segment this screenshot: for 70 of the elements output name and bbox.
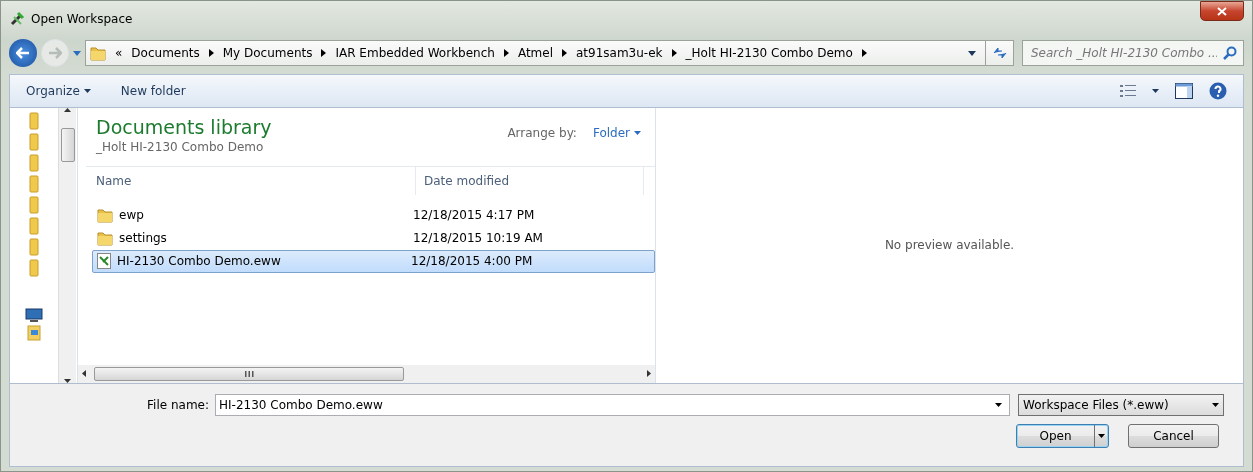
breadcrumb-item[interactable]: Atmel xyxy=(517,44,553,63)
arrange-dropdown[interactable]: Folder xyxy=(592,123,641,142)
dropdown-icon xyxy=(1212,402,1219,407)
file-row[interactable]: settings 12/18/2015 10:19 AM xyxy=(92,226,655,250)
folder-icon xyxy=(97,207,113,224)
new-folder-button[interactable]: New folder xyxy=(120,81,186,100)
preview-message: No preview available. xyxy=(884,237,1015,255)
chevron-icon[interactable] xyxy=(208,49,214,58)
file-row[interactable]: HI-2130 Combo Demo.eww 12/18/2015 4:00 PM xyxy=(92,249,655,273)
chevron-icon[interactable] xyxy=(671,49,677,58)
tools-icon xyxy=(9,9,27,28)
file-name-field[interactable]: HI-2130 Combo Demo.eww xyxy=(215,393,1010,416)
chevron-icon[interactable] xyxy=(503,49,509,58)
overflow-chevron[interactable]: « xyxy=(115,44,123,63)
help-icon[interactable] xyxy=(1209,81,1227,100)
chevron-icon[interactable] xyxy=(861,49,867,58)
right-arrow-icon xyxy=(48,47,62,60)
dropdown-icon[interactable] xyxy=(968,50,976,56)
open-button[interactable]: Open xyxy=(1016,423,1109,448)
scrollbar[interactable] xyxy=(78,364,655,383)
refresh-icon[interactable] xyxy=(991,46,1008,61)
folder-icon xyxy=(90,45,106,62)
caret-icon xyxy=(634,130,641,135)
window-title: Open Workspace xyxy=(31,10,133,28)
dropdown-icon[interactable] xyxy=(995,402,1002,407)
scroll-thumb[interactable] xyxy=(60,128,75,163)
file-name-label: File name: xyxy=(146,396,210,414)
file-name: ewp xyxy=(118,207,145,225)
file-name: HI-2130 Combo Demo.eww xyxy=(116,253,282,271)
left-arrow-icon[interactable] xyxy=(82,370,86,378)
date-modified: 12/18/2015 4:00 PM xyxy=(411,253,533,271)
close-button[interactable] xyxy=(1200,1,1244,21)
folder-icon xyxy=(97,230,113,247)
network-folder-icon[interactable] xyxy=(27,324,41,341)
chevron-icon[interactable] xyxy=(562,49,567,58)
dropdown-icon xyxy=(1098,433,1105,438)
date-modified: 12/18/2015 10:19 AM xyxy=(413,230,543,248)
right-arrow-icon[interactable] xyxy=(647,370,651,378)
file-row[interactable]: ewp 12/18/2015 4:17 PM xyxy=(92,203,655,227)
arrange-label: Arrange by: xyxy=(507,124,577,142)
breadcrumb-item[interactable]: at91sam3u-ek xyxy=(576,44,663,63)
grip-icon xyxy=(244,370,254,377)
column-header[interactable]: Date modified xyxy=(416,167,644,196)
cancel-button[interactable]: Cancel xyxy=(1128,423,1219,448)
down-arrow-icon[interactable] xyxy=(64,378,71,383)
back-button[interactable] xyxy=(9,39,37,68)
file-type-dropdown[interactable]: Workspace Files (*.eww) xyxy=(1018,393,1224,416)
breadcrumb-item[interactable]: My Documents xyxy=(222,44,313,63)
computer-icon[interactable] xyxy=(25,307,43,322)
caret-icon[interactable] xyxy=(1152,88,1159,93)
column-header[interactable]: Name xyxy=(86,167,416,196)
search-field[interactable]: Search _Holt HI-2130 Combo ... xyxy=(1022,40,1244,67)
up-arrow-icon[interactable] xyxy=(64,107,71,112)
date-modified: 12/18/2015 4:17 PM xyxy=(413,207,535,225)
file-name: settings xyxy=(118,230,168,248)
search-icon xyxy=(1223,46,1237,61)
caret-icon xyxy=(83,88,91,93)
organize-menu[interactable]: Organize xyxy=(26,81,91,100)
breadcrumb-item[interactable]: IAR Embedded Workbench xyxy=(335,44,495,63)
close-icon xyxy=(1217,6,1227,16)
breadcrumb-item[interactable]: Documents xyxy=(131,44,200,63)
library-title: Documents library xyxy=(96,115,272,138)
left-arrow-icon xyxy=(16,47,30,60)
preview-pane-icon[interactable] xyxy=(1175,82,1193,99)
workspace-file-icon xyxy=(97,253,111,270)
breadcrumb-item[interactable]: _Holt HI-2130 Combo Demo xyxy=(685,44,853,63)
chevron-icon[interactable] xyxy=(321,49,327,58)
scrollbar[interactable] xyxy=(58,107,76,383)
library-subtitle: _Holt HI-2130 Combo Demo xyxy=(96,138,265,156)
view-list-icon[interactable] xyxy=(1120,84,1136,97)
